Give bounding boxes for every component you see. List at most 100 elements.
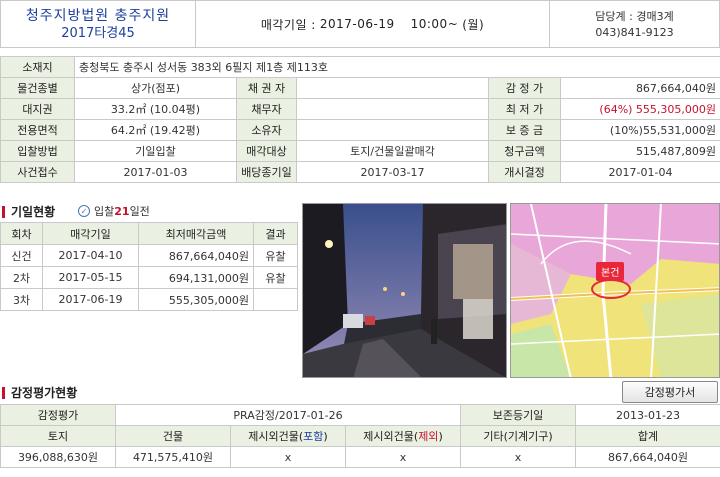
- bid-method-value: 기일입찰: [74, 140, 237, 162]
- deposit-value: (10%)55,531,000원: [559, 119, 720, 141]
- deposit-label: 보 증 금: [488, 119, 561, 141]
- bid-history-table: 회차 매각기일 최저매각금액 결과 신건 2017-04-10 867,664,…: [0, 222, 298, 311]
- price-cell: 867,664,040원: [138, 244, 254, 267]
- table-row: 입찰방법 기일입찰 매각대상 토지/건물일괄매각 청구금액 515,487,80…: [0, 140, 720, 162]
- table-row: 물건종별 상가(점포) 채 권 자 감 정 가 867,664,040원: [0, 77, 720, 99]
- bid-countdown: ✓ 입찰 21 일전: [78, 203, 150, 219]
- sale-time: 10:00~: [410, 17, 459, 31]
- area-label: 전용면적: [0, 119, 75, 141]
- dept-phone: 043)841-9123: [595, 26, 674, 39]
- map-highlight-ring: [591, 279, 631, 299]
- claim-value: 515,487,809원: [559, 140, 720, 162]
- debtor-value: [296, 98, 489, 120]
- sale-target-value: 토지/건물일괄매각: [296, 140, 489, 162]
- court-block: 청주지방법원 충주지원 2017타경45: [1, 1, 196, 47]
- appraisal-table: 감정평가 PRA감정/2017-01-26 보존등기일 2013-01-23 토…: [0, 404, 720, 468]
- sale-date: 2017-06-19: [319, 17, 395, 31]
- col-other: 기타(기계기구): [460, 425, 577, 447]
- location-map[interactable]: 본건: [510, 203, 720, 378]
- round-cell: 신건: [0, 244, 43, 267]
- col-building: 건물: [115, 425, 231, 447]
- creditor-value: [296, 77, 489, 99]
- excluded-prefix: 제시외건물(: [248, 430, 304, 443]
- table-header-row: 토지 건물 제시외건물(포함) 제시외건물(제외) 기타(기계기구) 합계: [0, 425, 720, 447]
- court-name: 청주지방법원 충주지원: [25, 8, 171, 24]
- building-value: 471,575,410원: [115, 446, 231, 468]
- min-price-label: 최 저 가: [488, 98, 561, 120]
- countdown-prefix: 입찰: [94, 205, 115, 218]
- appraisal-title: 감정평가현황: [2, 384, 77, 401]
- col-excluded-excluded: 제시외건물(제외): [344, 425, 462, 447]
- land-value: 396,088,630원: [0, 446, 116, 468]
- area-value: 64.2㎡ (19.42평): [74, 119, 237, 141]
- section-marker: [2, 386, 5, 399]
- contact-block: 담당계 : 경매3계 043)841-9123: [549, 1, 719, 47]
- land-right-label: 대지권: [0, 98, 75, 120]
- table-row: 대지권 33.2㎡ (10.04평) 채무자 최 저 가 (64%) 555,3…: [0, 98, 720, 120]
- appraisal-label: 감 정 가: [488, 77, 561, 99]
- dividend-value: 2017-03-17: [296, 161, 489, 183]
- address-label: 소재지: [0, 56, 75, 78]
- result-cell: [253, 288, 298, 311]
- sale-target-label: 매각대상: [236, 140, 297, 162]
- excluded-suffix: ): [438, 430, 443, 443]
- check-circle-icon: ✓: [78, 205, 90, 217]
- street-photo-image: [303, 204, 506, 377]
- table-row: 전용면적 64.2㎡ (19.42평) 소유자 보 증 금 (10%)55,53…: [0, 119, 720, 141]
- other-value: x: [460, 446, 577, 468]
- col-excluded-included: 제시외건물(포함): [230, 425, 346, 447]
- map-marker-label: 본건: [601, 268, 620, 279]
- type-value: 상가(점포): [74, 77, 237, 99]
- history-title: 기일현황: [2, 203, 55, 220]
- date-cell: 2017-05-15: [42, 266, 139, 289]
- type-label: 물건종별: [0, 77, 75, 99]
- excluded-suffix: ): [323, 430, 328, 443]
- table-row: 사건접수 2017-01-03 배당종기일 2017-03-17 개시결정 20…: [0, 161, 720, 183]
- date-cell: 2017-04-10: [42, 244, 139, 267]
- sale-date-block: 매각기일 : 2017-06-19 10:00~ (월): [196, 1, 549, 47]
- excluded-prefix: 제시외건물(: [363, 430, 419, 443]
- countdown-days: 21: [114, 204, 130, 218]
- owner-value: [296, 119, 489, 141]
- table-row: 396,088,630원 471,575,410원 x x x 867,664,…: [0, 446, 720, 468]
- price-cell: 555,305,000원: [138, 288, 254, 311]
- debtor-label: 채무자: [236, 98, 297, 120]
- result-cell: 유찰: [253, 244, 298, 267]
- table-row: 3차 2017-06-19 555,305,000원: [0, 288, 298, 311]
- col-price: 최저매각금액: [138, 222, 254, 245]
- sale-date-label: 매각기일 :: [260, 17, 316, 32]
- section-marker: [2, 205, 5, 218]
- owner-label: 소유자: [236, 119, 297, 141]
- appraisal-title-text: 감정평가현황: [11, 386, 78, 400]
- receipt-value: 2017-01-03: [74, 161, 237, 183]
- table-row: 감정평가 PRA감정/2017-01-26 보존등기일 2013-01-23: [0, 404, 720, 426]
- property-photo[interactable]: [302, 203, 507, 378]
- date-cell: 2017-06-19: [42, 288, 139, 311]
- dept-name: 담당계 : 경매3계: [595, 10, 674, 23]
- table-row: 신건 2017-04-10 867,664,040원 유찰: [0, 244, 298, 267]
- round-cell: 3차: [0, 288, 43, 311]
- appraisal-report-button[interactable]: 감정평가서: [622, 381, 718, 403]
- col-date: 매각기일: [42, 222, 139, 245]
- price-cell: 694,131,000원: [138, 266, 254, 289]
- history-title-text: 기일현황: [11, 205, 56, 219]
- min-price-value: (64%) 555,305,000원: [559, 98, 720, 120]
- case-number: 2017타경45: [61, 26, 135, 41]
- excluded-word: 제외: [418, 430, 439, 443]
- creditor-label: 채 권 자: [236, 77, 297, 99]
- col-land: 토지: [0, 425, 116, 447]
- preserve-label: 보존등기일: [460, 404, 577, 426]
- total-value: 867,664,040원: [575, 446, 720, 468]
- result-cell: 유찰: [253, 266, 298, 289]
- claim-label: 청구금액: [488, 140, 561, 162]
- start-value: 2017-01-04: [559, 161, 720, 183]
- property-info-table: 소재지 충청북도 충주시 성서동 383외 6필지 제1층 제113호 물건종별…: [0, 56, 720, 183]
- excluded-value: x: [344, 446, 462, 468]
- col-total: 합계: [575, 425, 720, 447]
- start-label: 개시결정: [488, 161, 561, 183]
- table-header-row: 회차 매각기일 최저매각금액 결과: [0, 222, 298, 245]
- col-round: 회차: [0, 222, 43, 245]
- appraisal-value: PRA감정/2017-01-26: [114, 404, 462, 426]
- sale-weekday: (월): [462, 17, 485, 32]
- preserve-value: 2013-01-23: [575, 404, 720, 426]
